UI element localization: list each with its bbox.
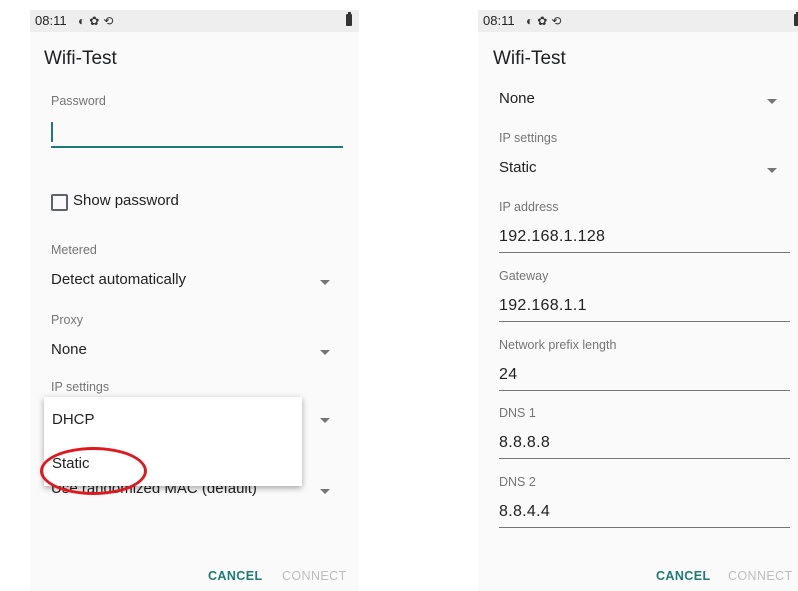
metered-dropdown[interactable]: Detect automatically bbox=[51, 271, 331, 293]
metered-label: Metered bbox=[51, 243, 97, 257]
ip-address-field[interactable]: 192.168.1.128 bbox=[499, 228, 790, 254]
gateway-value: 192.168.1.1 bbox=[499, 297, 587, 314]
circle-half-icon: ◐ bbox=[526, 14, 538, 28]
password-underline bbox=[51, 146, 343, 148]
ip-address-label: IP address bbox=[499, 200, 559, 214]
proxy-dropdown[interactable]: None bbox=[51, 341, 331, 363]
password-field[interactable] bbox=[51, 116, 343, 148]
field-underline bbox=[499, 321, 790, 322]
left-screen: 08:11 ◐✿⟲ Wifi-Test Password Show passwo… bbox=[30, 10, 359, 591]
status-bar: 08:11 ◐✿⟲ bbox=[30, 10, 359, 32]
highlight-circle bbox=[40, 447, 147, 495]
dns1-value: 8.8.8.8 bbox=[499, 434, 551, 451]
prefix-field[interactable]: 24 bbox=[499, 366, 790, 392]
show-password-label: Show password bbox=[73, 192, 179, 209]
dns1-field[interactable]: 8.8.8.8 bbox=[499, 434, 790, 460]
proxy-label: Proxy bbox=[51, 313, 83, 327]
status-time: 08:11 bbox=[35, 13, 67, 28]
battery-icon bbox=[794, 12, 798, 26]
proxy-dropdown[interactable]: None bbox=[499, 90, 779, 112]
chevron-down-icon bbox=[320, 489, 330, 494]
password-label: Password bbox=[51, 94, 106, 108]
prefix-value: 24 bbox=[499, 366, 518, 383]
cancel-button[interactable]: CANCEL bbox=[208, 569, 262, 583]
dns2-value: 8.8.4.4 bbox=[499, 503, 551, 520]
ip-settings-label: IP settings bbox=[51, 380, 110, 394]
proxy-value: None bbox=[499, 90, 535, 107]
ip-settings-value: Static bbox=[499, 159, 537, 176]
checkbox-box bbox=[51, 194, 68, 211]
gear-icon: ✿ bbox=[537, 14, 552, 28]
chevron-down-icon bbox=[320, 418, 330, 423]
dns1-label: DNS 1 bbox=[499, 406, 536, 420]
chevron-down-icon bbox=[320, 280, 330, 285]
gear-icon: ✿ bbox=[89, 14, 104, 28]
dns2-label: DNS 2 bbox=[499, 475, 536, 489]
option-dhcp[interactable]: DHCP bbox=[52, 411, 95, 428]
status-icons: ◐✿⟲ bbox=[526, 14, 565, 28]
cancel-button[interactable]: CANCEL bbox=[656, 569, 710, 583]
text-cursor bbox=[51, 122, 53, 142]
gateway-field[interactable]: 192.168.1.1 bbox=[499, 297, 790, 323]
metered-value: Detect automatically bbox=[51, 271, 187, 288]
field-underline bbox=[499, 458, 790, 459]
dialog-title: Wifi-Test bbox=[44, 48, 117, 69]
connect-button[interactable]: CONNECT bbox=[282, 569, 347, 583]
sync-icon: ⟲ bbox=[551, 14, 566, 28]
proxy-value: None bbox=[51, 341, 87, 358]
status-bar: 08:11 ◐✿⟲ bbox=[478, 10, 798, 32]
status-time: 08:11 bbox=[483, 13, 515, 28]
circle-half-icon: ◐ bbox=[78, 14, 90, 28]
ip-address-value: 192.168.1.128 bbox=[499, 228, 606, 245]
show-password-checkbox[interactable]: Show password bbox=[51, 192, 251, 214]
chevron-down-icon bbox=[767, 99, 777, 104]
dialog-title: Wifi-Test bbox=[493, 48, 566, 69]
chevron-down-icon bbox=[767, 168, 777, 173]
dns2-field[interactable]: 8.8.4.4 bbox=[499, 503, 790, 529]
prefix-label: Network prefix length bbox=[499, 338, 617, 352]
ip-settings-dropdown[interactable]: Static bbox=[499, 159, 779, 181]
connect-button[interactable]: CONNECT bbox=[728, 569, 793, 583]
field-underline bbox=[499, 390, 790, 391]
chevron-down-icon bbox=[320, 350, 330, 355]
field-underline bbox=[499, 252, 790, 253]
gateway-label: Gateway bbox=[499, 269, 549, 283]
sync-icon: ⟲ bbox=[103, 14, 118, 28]
right-screen: 08:11 ◐✿⟲ Wifi-Test None IP settings Sta… bbox=[478, 10, 798, 591]
ip-settings-label: IP settings bbox=[499, 131, 558, 145]
field-underline bbox=[499, 527, 790, 528]
status-icons: ◐✿⟲ bbox=[78, 14, 117, 28]
battery-icon bbox=[346, 12, 352, 26]
